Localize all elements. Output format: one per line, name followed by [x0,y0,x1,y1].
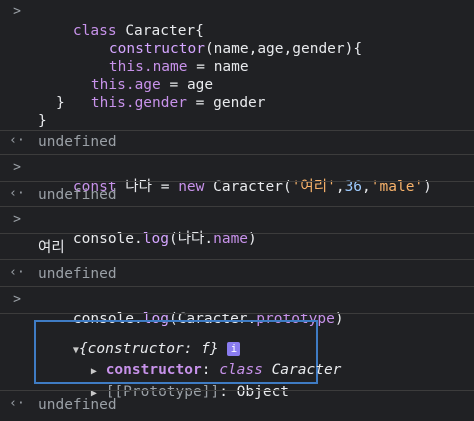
chevron-right-icon: > [13,4,21,19]
return-arrow-icon: ‹· [9,265,25,280]
result-text: undefined [38,397,117,413]
this-keyword: this [90,95,126,111]
chevron-right-icon: > [13,160,21,175]
result-text: undefined [38,266,117,282]
return-arrow-icon: ‹· [9,133,25,148]
assignment: = gender [186,95,266,111]
prototype-key[interactable]: [[Prototype]] [106,384,220,400]
result-text: undefined [38,134,117,150]
return-arrow-icon: ‹· [9,186,25,201]
log-output: 여리 [38,240,65,256]
chevron-right-icon: > [13,292,21,307]
closing-brace: } [38,113,47,129]
prototype-value: : Object [219,384,290,400]
return-arrow-icon: ‹· [9,396,25,411]
closing-brace: } [56,95,65,111]
property: .gender [125,95,187,111]
result-text: undefined [38,187,117,203]
chevron-right-icon: > [13,212,21,227]
